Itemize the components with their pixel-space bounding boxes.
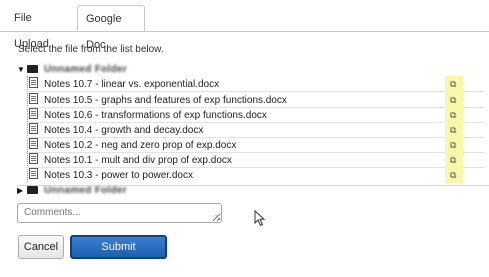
file-row[interactable]: Notes 10.2 - neg and zero prop of exp.do… (26, 138, 485, 153)
file-tree: ▼ Unnamed Folder Notes 10.7 - linear vs. … (17, 60, 489, 196)
comments-field[interactable] (17, 203, 222, 223)
file-name[interactable]: Notes 10.6 - transformations of exp func… (44, 110, 267, 121)
document-icon (29, 93, 38, 104)
file-row[interactable]: Notes 10.5 - graphs and features of exp … (26, 93, 485, 108)
tab-divider (0, 31, 489, 32)
document-icon (29, 123, 38, 134)
file-row[interactable]: Notes 10.6 - transformations of exp func… (26, 108, 485, 123)
open-external-icon[interactable]: ⧉ (450, 171, 456, 180)
document-icon (29, 77, 38, 88)
file-name[interactable]: Notes 10.1 - mult and div prop of exp.do… (44, 155, 232, 166)
open-external-icon[interactable]: ⧉ (450, 141, 456, 150)
caret-right-icon[interactable]: ▶ (17, 184, 27, 198)
caret-down-icon[interactable]: ▼ (17, 63, 27, 77)
tab-bar: File Upload Google Doc (0, 0, 489, 51)
folder-row-collapsed[interactable]: ▶ Unnamed Folder (17, 184, 127, 198)
folder-name: Unnamed Folder (44, 64, 128, 75)
document-icon (29, 108, 38, 119)
cancel-button[interactable]: Cancel (18, 235, 64, 259)
instructions-text: Select the file from the list below. (18, 44, 164, 55)
folder-name: Unnamed Folder (44, 185, 128, 196)
tab-google-doc[interactable]: Google Doc (77, 5, 145, 51)
folder-icon (27, 186, 38, 194)
file-name[interactable]: Notes 10.2 - neg and zero prop of exp.do… (44, 140, 236, 151)
file-name[interactable]: Notes 10.4 - growth and decay.docx (44, 125, 203, 136)
tab-file-upload[interactable]: File Upload (6, 5, 72, 50)
mouse-pointer-icon (254, 210, 266, 227)
folder-icon (27, 65, 38, 73)
submit-assignment-button[interactable]: Submit Assignment (70, 235, 167, 273)
file-row[interactable]: Notes 10.7 - linear vs. exponential.docx (26, 77, 485, 92)
file-row[interactable]: Notes 10.1 - mult and div prop of exp.do… (26, 153, 485, 168)
file-row[interactable]: Notes 10.3 - power to power.docx (29, 168, 485, 183)
file-row[interactable]: Notes 10.4 - growth and decay.docx (26, 123, 485, 138)
folder-row-expanded[interactable]: ▼ Unnamed Folder (17, 63, 127, 77)
file-name[interactable]: Notes 10.3 - power to power.docx (44, 170, 193, 181)
panel-divider (17, 185, 489, 186)
open-external-icon[interactable]: ⧉ (450, 96, 456, 105)
resize-grip-icon[interactable]: ⤡ (215, 215, 221, 223)
document-icon (29, 168, 38, 179)
open-external-icon[interactable]: ⧉ (450, 126, 456, 135)
open-external-icon[interactable]: ⧉ (450, 156, 456, 165)
open-external-icon[interactable]: ⧉ (450, 111, 456, 120)
file-name[interactable]: Notes 10.5 - graphs and features of exp … (44, 95, 287, 106)
document-icon (29, 153, 38, 164)
open-external-icon[interactable]: ⧉ (450, 80, 456, 89)
document-icon (29, 138, 38, 149)
file-name[interactable]: Notes 10.7 - linear vs. exponential.docx (44, 79, 219, 90)
